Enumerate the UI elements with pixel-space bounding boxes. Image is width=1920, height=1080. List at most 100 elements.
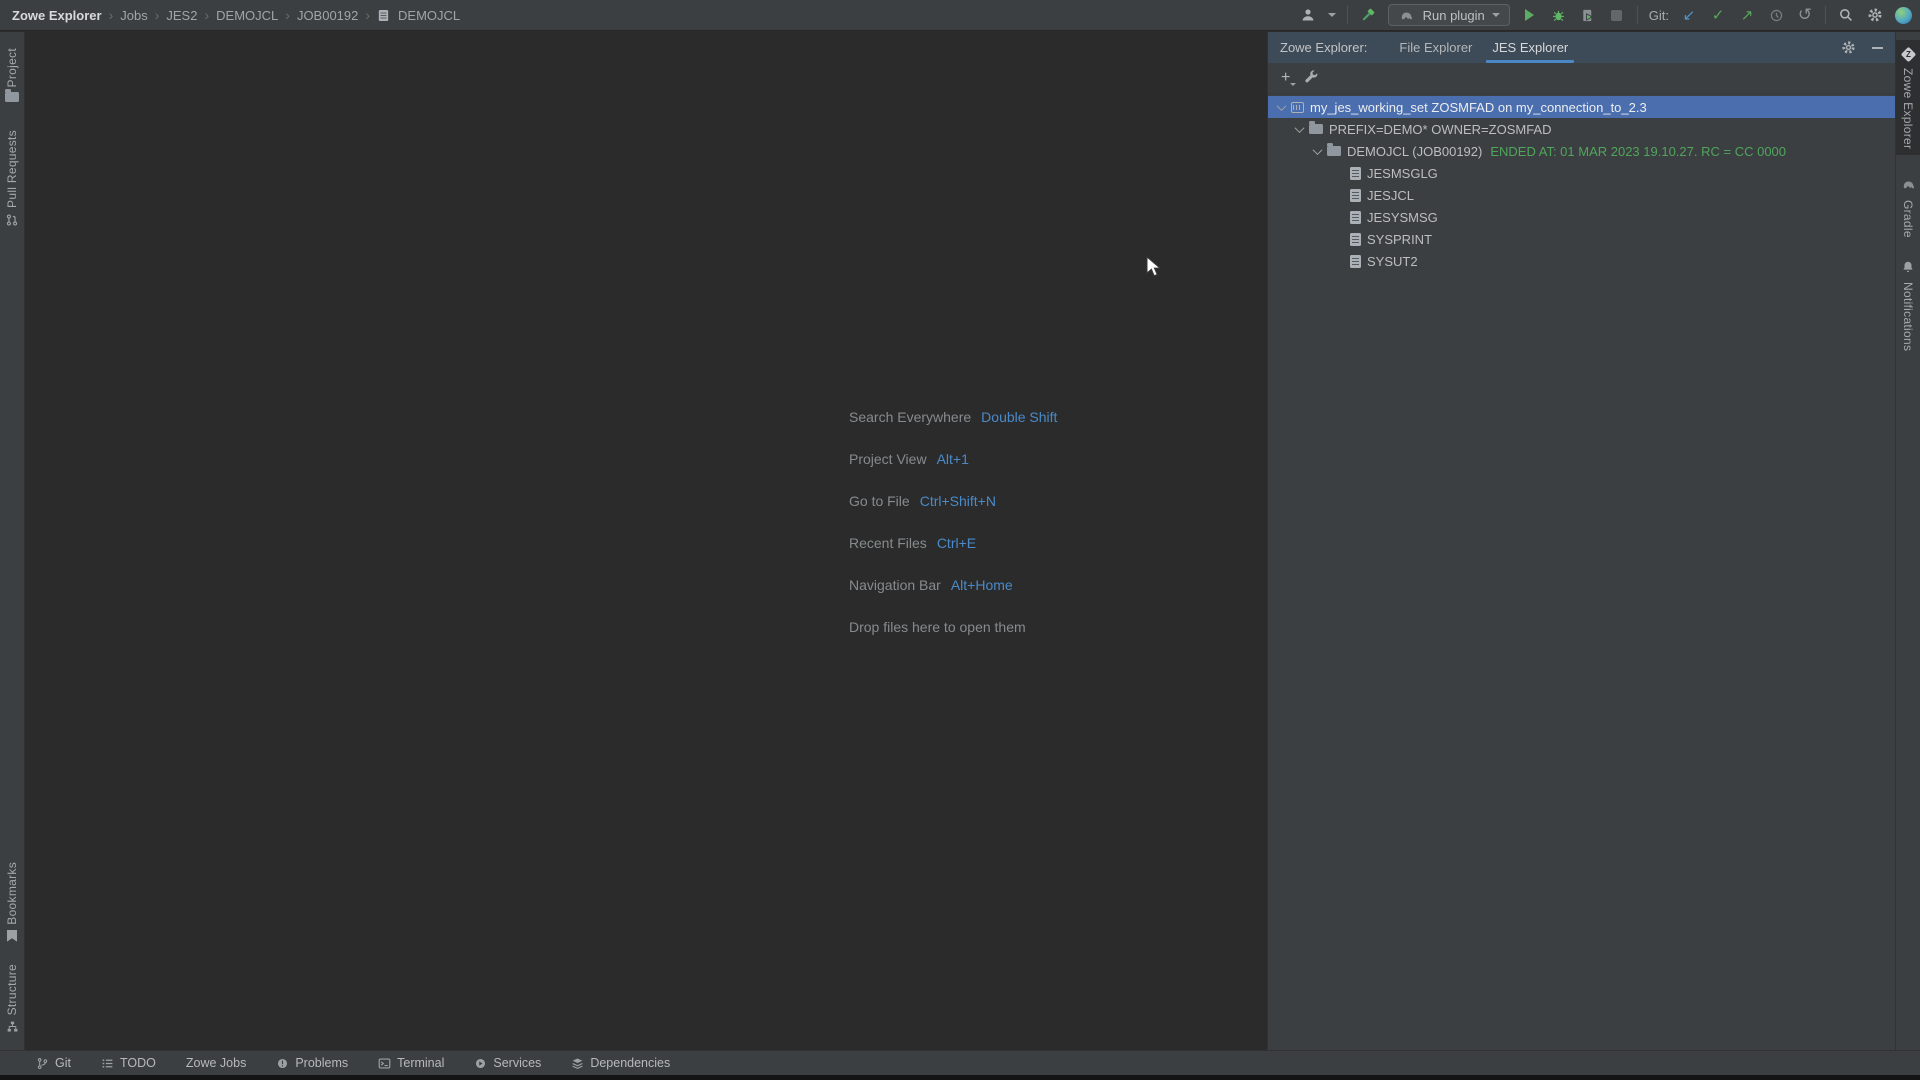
tree-row-spool-file[interactable]: SYSUT2 [1268, 250, 1895, 272]
debug-button[interactable] [1550, 6, 1568, 24]
breadcrumb-item[interactable]: DEMOJCL [398, 8, 460, 23]
hint-label: Search Everywhere [849, 409, 971, 425]
structure-icon [6, 1020, 19, 1036]
stripe-label: Gradle [1901, 200, 1915, 238]
hint-label: Go to File [849, 493, 910, 509]
problems-icon [276, 1057, 289, 1070]
sidebar-item-notifications[interactable]: Notifications [1896, 254, 1920, 357]
tab-file-explorer[interactable]: File Explorer [1389, 32, 1482, 63]
hint-row: Search Everywhere Double Shift [849, 406, 1057, 428]
stripe-label: Bookmarks [5, 862, 19, 925]
tree-label: DEMOJCL (JOB00192) [1347, 144, 1482, 159]
tree-row-working-set[interactable]: my_jes_working_set ZOSMFAD on my_connect… [1268, 96, 1895, 118]
hint-row: Navigation Bar Alt+Home [849, 574, 1057, 596]
rollback-button[interactable]: ↺ [1796, 6, 1814, 24]
drop-files-hint: Drop files here to open them [849, 619, 1026, 635]
git-push-button[interactable]: ↗ [1738, 6, 1756, 24]
breadcrumb: Zowe Explorer › Jobs › JES2 › DEMOJCL › … [12, 7, 460, 23]
run-button[interactable] [1521, 6, 1539, 24]
file-icon [1350, 189, 1361, 202]
toolbar-separator [1637, 6, 1638, 24]
user-profile-icon[interactable] [1299, 6, 1317, 24]
chevron-down-icon[interactable] [1277, 101, 1287, 111]
tree-row-spool-file[interactable]: JESYSMSG [1268, 206, 1895, 228]
run-with-coverage-button[interactable] [1579, 6, 1597, 24]
pull-request-icon [5, 213, 19, 230]
stripe-label: Structure [5, 964, 19, 1015]
file-icon [1350, 255, 1361, 268]
tool-window-button-label: Services [493, 1056, 541, 1070]
left-tool-window-stripe: Project Pull Requests Bookmarks Structur… [0, 32, 25, 1050]
git-update-button[interactable]: ↙ [1680, 6, 1698, 24]
build-hammer-icon[interactable] [1359, 6, 1377, 24]
breadcrumb-item[interactable]: Jobs [120, 8, 147, 23]
git-commit-button[interactable]: ✓ [1709, 6, 1727, 24]
chevron-down-icon[interactable] [1295, 123, 1305, 133]
ide-window: Zowe Explorer › Jobs › JES2 › DEMOJCL › … [0, 0, 1920, 1080]
breadcrumb-item[interactable]: JES2 [166, 8, 197, 23]
hint-row: Go to File Ctrl+Shift+N [849, 490, 1057, 512]
tool-window-button-terminal[interactable]: Terminal [378, 1056, 444, 1070]
wrench-settings-icon[interactable] [1304, 69, 1319, 87]
breadcrumb-separator-icon: › [109, 7, 114, 23]
tree-label: SYSPRINT [1367, 232, 1432, 247]
breadcrumb-item[interactable]: Zowe Explorer [12, 8, 102, 23]
chevron-down-icon[interactable] [1328, 13, 1336, 17]
sidebar-item-gradle[interactable]: Gradle [1896, 171, 1920, 244]
tree-row-spool-file[interactable]: JESMSGLG [1268, 162, 1895, 184]
toolbar-separator [1825, 6, 1826, 24]
terminal-icon [378, 1057, 391, 1070]
toolbar-actions: Run plugin Git: ↙ ✓ ↗ ↺ [1299, 0, 1912, 30]
todo-list-icon [101, 1057, 114, 1070]
tree-row-prefix-filter[interactable]: PREFIX=DEMO* OWNER=ZOSMFAD [1268, 118, 1895, 140]
tool-window-button-problems[interactable]: Problems [276, 1056, 348, 1070]
tool-window-button-zowe-jobs[interactable]: Zowe Jobs [186, 1056, 246, 1070]
bottom-tool-window-bar: Git TODO Zowe Jobs Problems Terminal Ser… [0, 1050, 1920, 1075]
toolbar-separator [1347, 6, 1348, 24]
tree-row-spool-file[interactable]: JESJCL [1268, 184, 1895, 206]
breadcrumb-item[interactable]: JOB00192 [297, 8, 358, 23]
project-folder-icon [5, 92, 19, 102]
file-icon [379, 9, 388, 20]
sidebar-item-pull-requests[interactable]: Pull Requests [0, 124, 24, 236]
right-tool-window-stripe: Z Zowe Explorer Gradle Notifications [1895, 32, 1920, 1050]
git-label: Git: [1649, 8, 1669, 23]
run-configuration-selector[interactable]: Run plugin [1388, 4, 1510, 26]
stripe-label: Pull Requests [5, 130, 19, 208]
add-button[interactable]: + [1281, 70, 1290, 86]
tool-window-button-git[interactable]: Git [36, 1056, 71, 1070]
breadcrumb-separator-icon: › [365, 7, 370, 23]
chevron-down-icon[interactable] [1313, 145, 1323, 155]
settings-gear-icon[interactable] [1866, 6, 1884, 24]
tool-window-settings-gear-icon[interactable] [1839, 39, 1857, 57]
hint-shortcut: Ctrl+E [937, 535, 976, 551]
sidebar-item-bookmarks[interactable]: Bookmarks [0, 856, 24, 948]
tool-window-button-todo[interactable]: TODO [101, 1056, 156, 1070]
tool-window-button-label: Dependencies [590, 1056, 670, 1070]
tool-window-button-label: TODO [120, 1056, 156, 1070]
hint-shortcut: Alt+1 [937, 451, 969, 467]
file-icon [1350, 233, 1361, 246]
zowe-icon: Z [1900, 47, 1916, 63]
file-icon [1350, 211, 1361, 224]
tab-jes-explorer[interactable]: JES Explorer [1482, 32, 1578, 63]
tree-row-job[interactable]: DEMOJCL (JOB00192) ENDED AT: 01 MAR 2023… [1268, 140, 1895, 162]
hint-label: Navigation Bar [849, 577, 941, 593]
account-avatar[interactable] [1895, 7, 1912, 24]
tool-window-button-dependencies[interactable]: Dependencies [571, 1056, 670, 1070]
breadcrumb-item[interactable]: DEMOJCL [216, 8, 278, 23]
tool-window-button-services[interactable]: Services [474, 1056, 541, 1070]
hint-shortcut: Double Shift [981, 409, 1057, 425]
search-everywhere-icon[interactable] [1837, 6, 1855, 24]
hint-shortcut: Ctrl+Shift+N [920, 493, 996, 509]
history-clock-icon[interactable] [1767, 6, 1785, 24]
tree-row-spool-file[interactable]: SYSPRINT [1268, 228, 1895, 250]
folder-icon [1309, 124, 1323, 134]
sidebar-item-structure[interactable]: Structure [0, 958, 24, 1042]
sidebar-item-project[interactable]: Project [0, 42, 24, 108]
sidebar-item-zowe-explorer[interactable]: Z Zowe Explorer [1896, 40, 1920, 155]
minimize-icon[interactable] [1872, 47, 1883, 49]
run-configuration-label: Run plugin [1423, 8, 1485, 23]
working-set-icon [1291, 102, 1304, 113]
stop-button[interactable] [1608, 6, 1626, 24]
